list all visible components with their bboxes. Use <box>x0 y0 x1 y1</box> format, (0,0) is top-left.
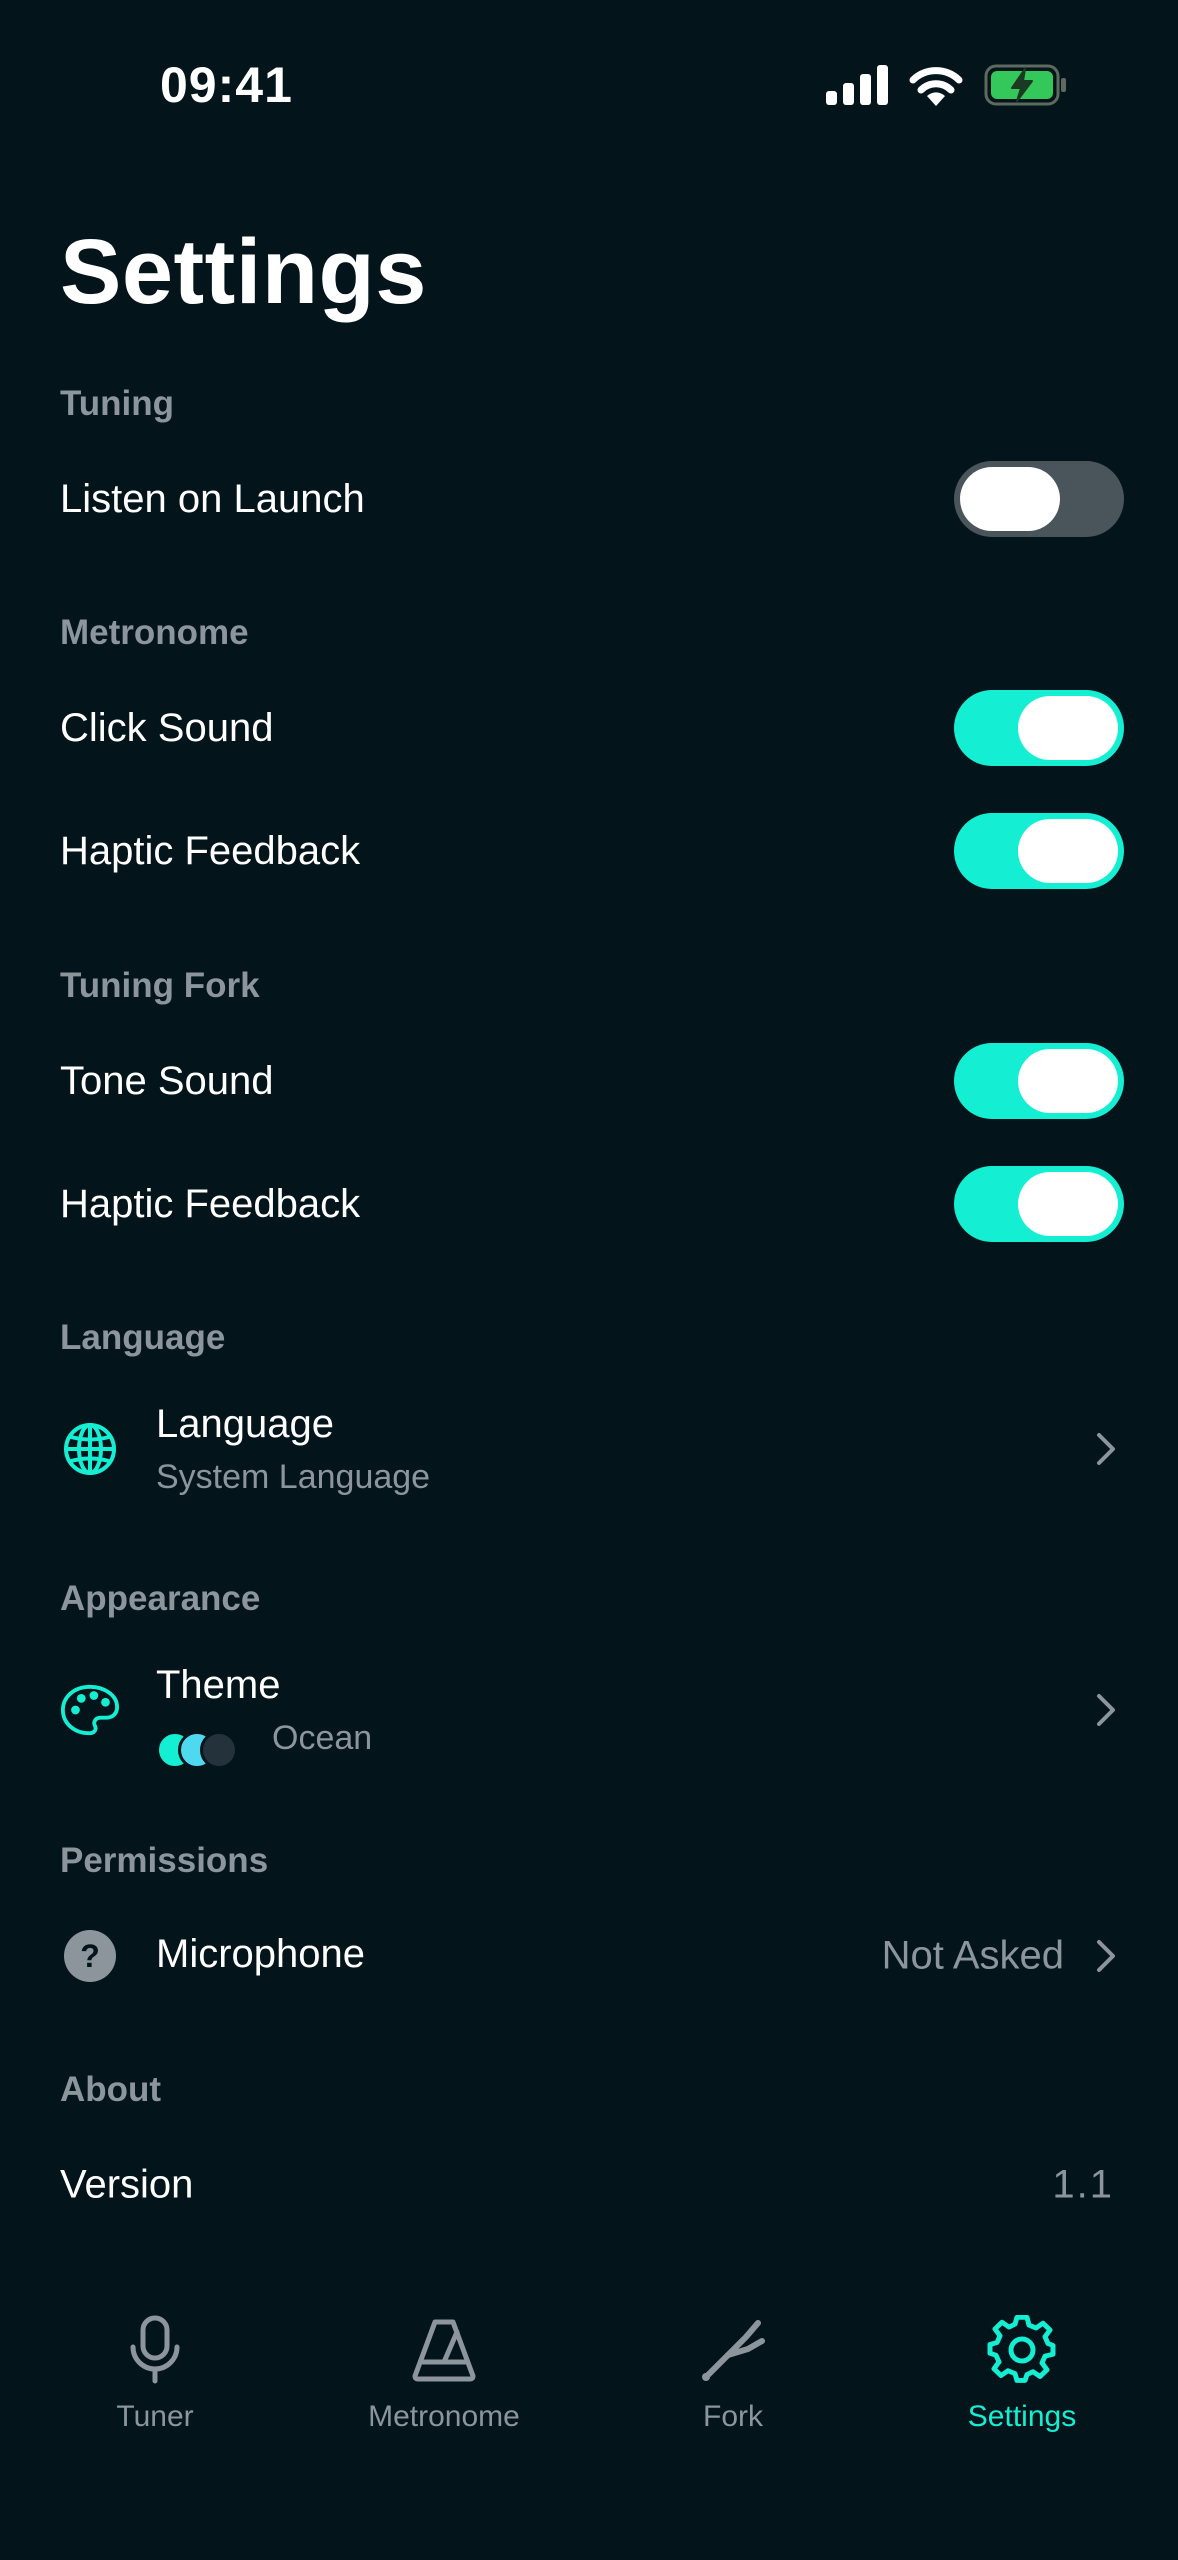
tuning-fork-icon <box>693 2310 773 2390</box>
metronome-haptic-feedback-row: Haptic Feedback <box>60 806 1124 896</box>
cellular-signal-icon <box>826 65 888 105</box>
toggle-knob <box>1018 1049 1118 1113</box>
battery-charging-icon <box>984 64 1066 106</box>
wifi-icon <box>909 67 963 106</box>
metronome-haptic-feedback-toggle[interactable] <box>954 813 1124 889</box>
page-title: Settings <box>60 221 427 323</box>
version-label: Version <box>60 2162 194 2207</box>
status-time: 09:41 <box>160 57 293 113</box>
version-row: Version 1.1 <box>60 2140 1124 2230</box>
tone-sound-label: Tone Sound <box>60 1058 274 1103</box>
palette-icon <box>60 1680 120 1740</box>
microphone-icon <box>115 2310 195 2390</box>
microphone-status: Not Asked <box>881 1933 1064 1978</box>
metronome-haptic-feedback-label: Haptic Feedback <box>60 828 361 873</box>
tab-label-settings: Settings <box>967 2400 1077 2433</box>
section-header-permissions: Permissions <box>60 1841 269 1880</box>
tab-settings[interactable]: Settings <box>902 2310 1142 2460</box>
language-row[interactable]: Language System Language <box>60 1384 1124 1514</box>
question-circle-icon: ? <box>60 1926 120 1986</box>
fork-haptic-feedback-toggle[interactable] <box>954 1166 1124 1242</box>
listen-on-launch-row: Listen on Launch <box>60 454 1124 544</box>
toggle-knob <box>1018 819 1118 883</box>
tab-label-tuner: Tuner <box>116 2400 194 2433</box>
tab-fork[interactable]: Fork <box>613 2310 853 2460</box>
tone-sound-row: Tone Sound <box>60 1036 1124 1126</box>
listen-on-launch-toggle[interactable] <box>954 461 1124 537</box>
section-header-appearance: Appearance <box>60 1579 261 1618</box>
theme-title: Theme <box>156 1663 281 1707</box>
tab-metronome[interactable]: Metronome <box>324 2310 564 2460</box>
click-sound-label: Click Sound <box>60 705 274 750</box>
section-header-tuning: Tuning <box>60 384 175 423</box>
click-sound-toggle[interactable] <box>954 690 1124 766</box>
click-sound-row: Click Sound <box>60 683 1124 773</box>
tab-tuner[interactable]: Tuner <box>35 2310 275 2460</box>
language-title: Language <box>156 1402 334 1446</box>
toggle-knob <box>1018 696 1118 760</box>
section-header-tuning-fork: Tuning Fork <box>60 966 260 1005</box>
metronome-icon <box>404 2310 484 2390</box>
section-header-metronome: Metronome <box>60 613 249 652</box>
chevron-right-icon <box>1097 1433 1115 1465</box>
status-bar: 09:41 <box>0 0 1178 170</box>
theme-swatches <box>156 1731 246 1771</box>
language-subtitle: System Language <box>156 1458 431 1496</box>
chevron-right-icon <box>1097 1940 1115 1972</box>
chevron-right-icon <box>1097 1694 1115 1726</box>
theme-value: Ocean <box>272 1719 373 1757</box>
fork-haptic-feedback-label: Haptic Feedback <box>60 1181 361 1226</box>
microphone-permission-row[interactable]: ? Microphone Not Asked <box>60 1891 1124 2021</box>
toggle-knob <box>960 467 1060 531</box>
section-header-language: Language <box>60 1318 226 1357</box>
tab-label-fork: Fork <box>703 2400 763 2433</box>
toggle-knob <box>1018 1172 1118 1236</box>
theme-swatch-background <box>200 1731 238 1769</box>
version-value: 1.1 <box>1052 2162 1114 2207</box>
listen-on-launch-label: Listen on Launch <box>60 476 365 521</box>
tone-sound-toggle[interactable] <box>954 1043 1124 1119</box>
microphone-title: Microphone <box>156 1932 366 1976</box>
tab-label-metronome: Metronome <box>368 2400 520 2433</box>
status-icons <box>826 64 1068 106</box>
globe-icon <box>60 1419 120 1479</box>
tab-bar: Tuner Metronome Fork Settings <box>0 2310 1178 2560</box>
svg-text:?: ? <box>80 1938 100 1974</box>
fork-haptic-feedback-row: Haptic Feedback <box>60 1159 1124 1249</box>
theme-row[interactable]: Theme Ocean <box>60 1645 1124 1775</box>
section-header-about: About <box>60 2070 162 2109</box>
gear-icon <box>982 2310 1062 2390</box>
